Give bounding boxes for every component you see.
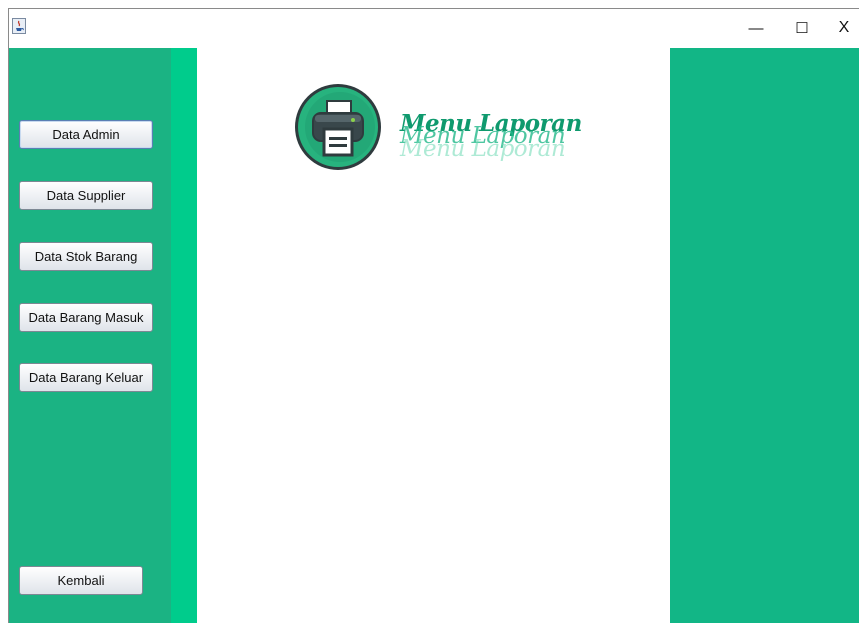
data-admin-button[interactable]: Data Admin	[19, 120, 153, 149]
data-stok-barang-button[interactable]: Data Stok Barang	[19, 242, 153, 271]
accent-strip	[171, 48, 197, 623]
data-barang-masuk-button[interactable]: Data Barang Masuk	[19, 303, 153, 332]
java-app-icon	[12, 18, 26, 34]
close-button[interactable]: X	[821, 11, 859, 45]
printer-icon	[293, 82, 383, 172]
minimize-button[interactable]: —	[733, 11, 779, 45]
title-text-reflection: Menu Laporan	[400, 136, 566, 162]
title-bar[interactable]: — ☐ X	[9, 9, 859, 48]
sidebar: Data Admin Data Supplier Data Stok Baran…	[9, 48, 171, 623]
app-window: — ☐ X Data Admin Data Supplier Data Stok…	[8, 8, 859, 623]
menu-laporan-title: Menu Laporan Menu Laporan Menu Laporan	[400, 112, 582, 172]
main-panel: Menu Laporan Menu Laporan Menu Laporan	[197, 48, 670, 623]
maximize-button[interactable]: ☐	[779, 11, 825, 45]
data-barang-keluar-button[interactable]: Data Barang Keluar	[19, 363, 153, 392]
content-area: Data Admin Data Supplier Data Stok Baran…	[9, 48, 859, 623]
right-panel	[670, 48, 859, 623]
kembali-button[interactable]: Kembali	[19, 566, 143, 595]
data-supplier-button[interactable]: Data Supplier	[19, 181, 153, 210]
